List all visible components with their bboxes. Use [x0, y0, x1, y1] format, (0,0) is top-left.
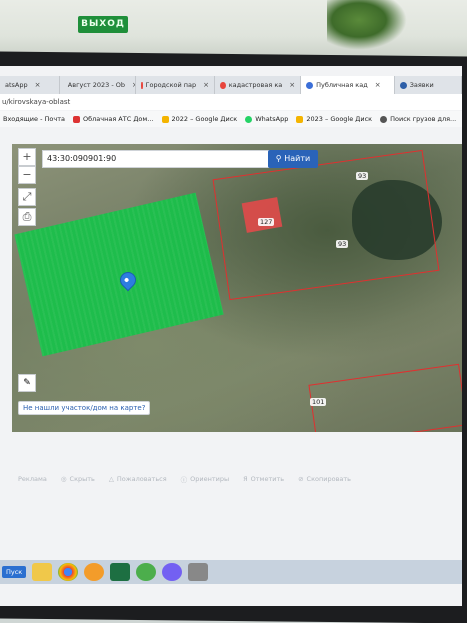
cadastral-search-input[interactable]: 43:30:090901:90 — [42, 150, 270, 168]
chrome-icon[interactable] — [58, 563, 79, 581]
zoom-out-button[interactable]: − — [18, 166, 36, 184]
site-icon — [306, 81, 314, 89]
tab-cadastral-map[interactable]: кадастровая ка × — [215, 76, 302, 94]
yandex-icon — [220, 81, 226, 89]
print-icon[interactable]: ⎙ — [18, 208, 36, 226]
parcel-label: 93 — [336, 240, 349, 248]
tab-city-park[interactable]: Городской пар × — [136, 76, 216, 94]
action-copy[interactable]: ⊘ Скопировать — [298, 475, 351, 483]
warning-icon: △ — [108, 475, 114, 483]
tab-august-2023[interactable]: Август 2023 - Ob× — [60, 76, 137, 94]
parcel-label: 101 — [310, 398, 327, 406]
whatsapp-icon — [245, 115, 253, 123]
viber-icon[interactable] — [162, 563, 183, 581]
tab-requests[interactable]: Заявки — [395, 76, 462, 94]
tab-public-cadastral[interactable]: Публичная кад × — [301, 76, 395, 94]
bookmark-drive-2023[interactable]: 2023 – Google Диск — [296, 115, 372, 123]
cadastral-map[interactable]: 93 93 101 127 43:30:090901:90 ⚲ Найти + … — [12, 144, 462, 432]
search-icon: ⚲ — [275, 154, 285, 163]
find-button[interactable]: ⚲ Найти — [268, 150, 318, 168]
google-drive-icon — [161, 115, 169, 123]
app-icon[interactable] — [136, 563, 157, 581]
bookmark-cloud-ats[interactable]: Облачная АТС Дом... — [73, 115, 154, 123]
action-hide[interactable]: ◎ Скрыть — [61, 475, 95, 483]
bookmark-whatsapp[interactable]: WhatsApp — [245, 115, 288, 123]
taskbar: Пуск — [0, 560, 462, 584]
zoom-in-button[interactable]: + — [18, 148, 36, 166]
action-ad[interactable]: Реклама — [18, 475, 47, 483]
plant — [327, 0, 407, 50]
ad-actions-row: Реклама ◎ Скрыть △ Пожаловаться ⓘ Ориентиры… — [18, 472, 448, 486]
google-drive-icon — [296, 115, 304, 123]
app-icon — [380, 115, 388, 123]
room-wall: ВЫХОД — [0, 0, 467, 60]
close-icon[interactable]: × — [35, 81, 41, 89]
link-icon: ⊘ — [298, 475, 304, 483]
close-icon[interactable]: × — [203, 81, 209, 89]
bookmark-inbox[interactable]: Входящие - Почта — [3, 115, 65, 123]
app-icon — [73, 115, 80, 123]
folder-icon[interactable] — [32, 563, 53, 581]
action-mark[interactable]: Я Отметить — [243, 475, 284, 483]
url-text: u/kirovskaya-oblast — [2, 98, 71, 106]
app-icon[interactable] — [188, 563, 209, 581]
browser-tabs: atsApp× Август 2023 - Ob× Городской пар×… — [0, 76, 462, 94]
expand-icon[interactable]: ⤢ — [18, 188, 36, 206]
globe-icon — [399, 81, 407, 89]
action-report[interactable]: △ Пожаловаться — [109, 475, 167, 483]
exit-sign: ВЫХОД — [78, 16, 128, 33]
url-bar[interactable]: u/kirovskaya-oblast — [0, 94, 462, 110]
yandex-icon: Я — [243, 475, 248, 483]
eye-icon: ◎ — [60, 475, 67, 483]
highlighted-building[interactable] — [241, 197, 283, 233]
bookmark-cargo-search[interactable]: Поиск грузов для... — [380, 115, 456, 123]
bookmarks-bar: Входящие - Почта Облачная АТС Дом... 202… — [0, 111, 462, 127]
app-icon[interactable] — [84, 563, 105, 581]
map-pin-icon — [141, 81, 143, 89]
bookmark-drive-2022[interactable]: 2022 – Google Диск — [161, 115, 237, 123]
parcel-outline-lower[interactable] — [308, 363, 462, 432]
tab-whatsapp[interactable]: atsApp × — [0, 76, 60, 94]
pencil-icon[interactable]: ✎ — [18, 374, 36, 392]
close-icon[interactable]: × — [289, 81, 295, 89]
excel-icon[interactable] — [110, 563, 131, 581]
monitor-screen: atsApp× Август 2023 - Ob× Городской пар×… — [0, 66, 462, 606]
action-landmarks[interactable]: ⓘ Ориентиры — [181, 474, 229, 484]
close-icon[interactable]: × — [375, 81, 381, 89]
not-found-link[interactable]: Не нашли участок/дом на карте? — [18, 401, 151, 415]
selected-parcel[interactable] — [14, 192, 224, 357]
parcel-label: 127 — [258, 218, 275, 226]
parcel-label: 93 — [356, 172, 369, 180]
info-icon: ⓘ — [180, 476, 188, 484]
start-button[interactable]: Пуск — [2, 566, 27, 578]
